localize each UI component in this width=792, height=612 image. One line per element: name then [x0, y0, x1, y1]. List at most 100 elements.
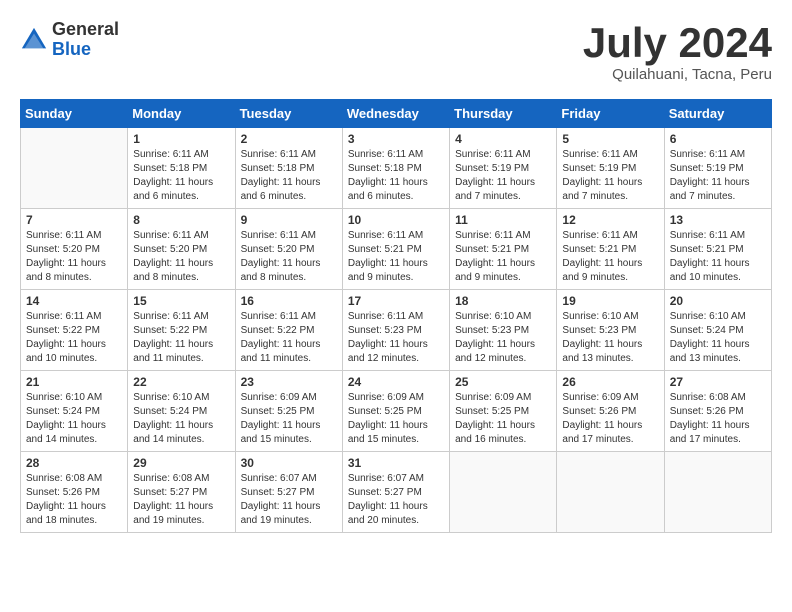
- day-info: Sunrise: 6:11 AMSunset: 5:18 PMDaylight:…: [133, 148, 229, 204]
- weekday-header-row: SundayMondayTuesdayWednesdayThursdayFrid…: [21, 100, 772, 128]
- calendar-cell: 25Sunrise: 6:09 AMSunset: 5:25 PMDayligh…: [450, 371, 557, 452]
- calendar-cell: 13 Sunrise: 6:11 AMSunset: 5:21 PMDayligh…: [664, 209, 771, 290]
- day-info: Sunrise: 6:11 AMSunset: 5:20 PMDaylight:…: [241, 229, 337, 285]
- weekday-header-sunday: Sunday: [21, 100, 128, 128]
- day-info: Sunrise: 6:11 AMSunset: 5:19 PMDaylight:…: [670, 148, 766, 204]
- day-number: 13: [670, 213, 766, 227]
- day-info: Sunrise: 6:10 AMSunset: 5:23 PMDaylight:…: [455, 310, 551, 366]
- calendar-cell: 5 Sunrise: 6:11 AMSunset: 5:19 PMDaylight…: [557, 128, 664, 209]
- calendar-table: SundayMondayTuesdayWednesdayThursdayFrid…: [20, 99, 772, 533]
- calendar-cell: 21 Sunrise: 6:10 AMSunset: 5:24 PMDayligh…: [21, 371, 128, 452]
- day-info: Sunrise: 6:07 AMSunset: 5:27 PMDaylight:…: [241, 472, 337, 528]
- day-number: 30: [241, 456, 337, 470]
- day-number: 27: [670, 375, 766, 389]
- day-number: 1: [133, 132, 229, 146]
- week-row-3: 14 Sunrise: 6:11 AMSunset: 5:22 PMDayligh…: [21, 290, 772, 371]
- day-info: Sunrise: 6:10 AMSunset: 5:23 PMDaylight:…: [562, 310, 658, 366]
- calendar-cell: 15 Sunrise: 6:11 AMSunset: 5:22 PMDayligh…: [128, 290, 235, 371]
- weekday-header-thursday: Thursday: [450, 100, 557, 128]
- calendar-cell: [557, 452, 664, 533]
- day-number: 15: [133, 294, 229, 308]
- logo-icon: [20, 26, 48, 54]
- day-info: Sunrise: 6:10 AMSunset: 5:24 PMDaylight:…: [26, 391, 122, 447]
- title-block: July 2024 Quilahuani, Tacna, Peru: [583, 20, 772, 83]
- day-number: 5: [562, 132, 658, 146]
- day-info: Sunrise: 6:11 AMSunset: 5:21 PMDaylight:…: [562, 229, 658, 285]
- calendar-cell: 31 Sunrise: 6:07 AMSunset: 5:27 PMDayligh…: [342, 452, 449, 533]
- calendar-cell: 28Sunrise: 6:08 AMSunset: 5:26 PMDayligh…: [21, 452, 128, 533]
- day-info: Sunrise: 6:11 AMSunset: 5:23 PMDaylight:…: [348, 310, 444, 366]
- day-number: 24: [348, 375, 444, 389]
- page-header: General Blue July 2024 Quilahuani, Tacna…: [20, 20, 772, 83]
- calendar-cell: 11 Sunrise: 6:11 AMSunset: 5:21 PMDayligh…: [450, 209, 557, 290]
- day-number: 12: [562, 213, 658, 227]
- day-number: 29: [133, 456, 229, 470]
- week-row-2: 7Sunrise: 6:11 AMSunset: 5:20 PMDaylight…: [21, 209, 772, 290]
- day-number: 2: [241, 132, 337, 146]
- calendar-cell: 24Sunrise: 6:09 AMSunset: 5:25 PMDayligh…: [342, 371, 449, 452]
- calendar-cell: [450, 452, 557, 533]
- day-info: Sunrise: 6:08 AMSunset: 5:27 PMDaylight:…: [133, 472, 229, 528]
- calendar-cell: 29 Sunrise: 6:08 AMSunset: 5:27 PMDayligh…: [128, 452, 235, 533]
- day-info: Sunrise: 6:08 AMSunset: 5:26 PMDaylight:…: [26, 472, 122, 528]
- day-number: 21: [26, 375, 122, 389]
- day-number: 8: [133, 213, 229, 227]
- calendar-cell: 14 Sunrise: 6:11 AMSunset: 5:22 PMDayligh…: [21, 290, 128, 371]
- calendar-cell: 23Sunrise: 6:09 AMSunset: 5:25 PMDayligh…: [235, 371, 342, 452]
- day-info: Sunrise: 6:11 AMSunset: 5:18 PMDaylight:…: [348, 148, 444, 204]
- day-info: Sunrise: 6:11 AMSunset: 5:21 PMDaylight:…: [670, 229, 766, 285]
- day-number: 26: [562, 375, 658, 389]
- calendar-cell: 8 Sunrise: 6:11 AMSunset: 5:20 PMDaylight…: [128, 209, 235, 290]
- day-number: 11: [455, 213, 551, 227]
- calendar-cell: 18 Sunrise: 6:10 AMSunset: 5:23 PMDayligh…: [450, 290, 557, 371]
- week-row-5: 28Sunrise: 6:08 AMSunset: 5:26 PMDayligh…: [21, 452, 772, 533]
- day-info: Sunrise: 6:11 AMSunset: 5:19 PMDaylight:…: [562, 148, 658, 204]
- day-number: 6: [670, 132, 766, 146]
- day-info: Sunrise: 6:11 AMSunset: 5:21 PMDaylight:…: [455, 229, 551, 285]
- day-info: Sunrise: 6:11 AMSunset: 5:22 PMDaylight:…: [241, 310, 337, 366]
- calendar-cell: 12 Sunrise: 6:11 AMSunset: 5:21 PMDayligh…: [557, 209, 664, 290]
- day-number: 31: [348, 456, 444, 470]
- day-info: Sunrise: 6:11 AMSunset: 5:22 PMDaylight:…: [133, 310, 229, 366]
- day-number: 20: [670, 294, 766, 308]
- day-number: 19: [562, 294, 658, 308]
- day-info: Sunrise: 6:11 AMSunset: 5:18 PMDaylight:…: [241, 148, 337, 204]
- day-number: 4: [455, 132, 551, 146]
- calendar-cell: 6 Sunrise: 6:11 AMSunset: 5:19 PMDaylight…: [664, 128, 771, 209]
- calendar-cell: 19 Sunrise: 6:10 AMSunset: 5:23 PMDayligh…: [557, 290, 664, 371]
- calendar-cell: [664, 452, 771, 533]
- day-info: Sunrise: 6:11 AMSunset: 5:20 PMDaylight:…: [133, 229, 229, 285]
- calendar-cell: 10Sunrise: 6:11 AMSunset: 5:21 PMDayligh…: [342, 209, 449, 290]
- month-title: July 2024: [583, 20, 772, 66]
- calendar-cell: 2 Sunrise: 6:11 AMSunset: 5:18 PMDaylight…: [235, 128, 342, 209]
- day-number: 22: [133, 375, 229, 389]
- week-row-1: 1 Sunrise: 6:11 AMSunset: 5:18 PMDaylight…: [21, 128, 772, 209]
- day-number: 18: [455, 294, 551, 308]
- day-number: 14: [26, 294, 122, 308]
- calendar-cell: [21, 128, 128, 209]
- week-row-4: 21 Sunrise: 6:10 AMSunset: 5:24 PMDayligh…: [21, 371, 772, 452]
- weekday-header-monday: Monday: [128, 100, 235, 128]
- day-info: Sunrise: 6:08 AMSunset: 5:26 PMDaylight:…: [670, 391, 766, 447]
- calendar-cell: 1 Sunrise: 6:11 AMSunset: 5:18 PMDaylight…: [128, 128, 235, 209]
- weekday-header-friday: Friday: [557, 100, 664, 128]
- day-info: Sunrise: 6:11 AMSunset: 5:22 PMDaylight:…: [26, 310, 122, 366]
- calendar-cell: 20 Sunrise: 6:10 AMSunset: 5:24 PMDayligh…: [664, 290, 771, 371]
- day-info: Sunrise: 6:11 AMSunset: 5:19 PMDaylight:…: [455, 148, 551, 204]
- day-number: 9: [241, 213, 337, 227]
- day-number: 3: [348, 132, 444, 146]
- day-number: 17: [348, 294, 444, 308]
- calendar-cell: 16 Sunrise: 6:11 AMSunset: 5:22 PMDayligh…: [235, 290, 342, 371]
- day-info: Sunrise: 6:09 AMSunset: 5:25 PMDaylight:…: [241, 391, 337, 447]
- day-info: Sunrise: 6:10 AMSunset: 5:24 PMDaylight:…: [670, 310, 766, 366]
- day-info: Sunrise: 6:07 AMSunset: 5:27 PMDaylight:…: [348, 472, 444, 528]
- calendar-cell: 30 Sunrise: 6:07 AMSunset: 5:27 PMDayligh…: [235, 452, 342, 533]
- day-number: 25: [455, 375, 551, 389]
- weekday-header-tuesday: Tuesday: [235, 100, 342, 128]
- logo-general-text: General: [52, 20, 119, 40]
- location-text: Quilahuani, Tacna, Peru: [583, 66, 772, 83]
- day-info: Sunrise: 6:09 AMSunset: 5:26 PMDaylight:…: [562, 391, 658, 447]
- calendar-cell: 17 Sunrise: 6:11 AMSunset: 5:23 PMDayligh…: [342, 290, 449, 371]
- day-number: 16: [241, 294, 337, 308]
- day-info: Sunrise: 6:10 AMSunset: 5:24 PMDaylight:…: [133, 391, 229, 447]
